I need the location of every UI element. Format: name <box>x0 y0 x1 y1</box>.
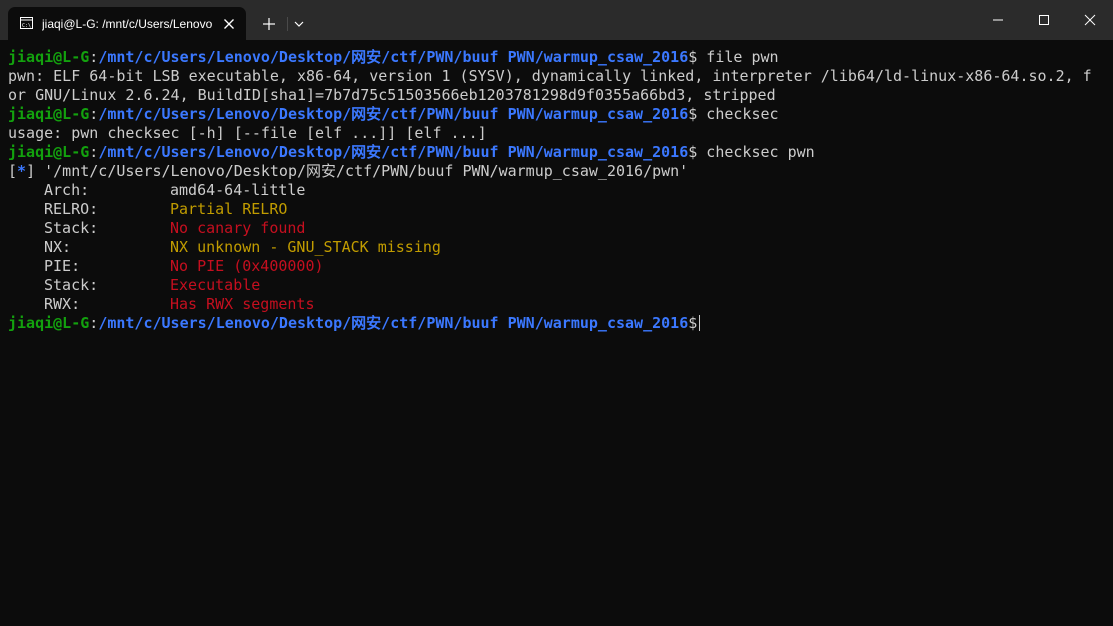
prompt-colon: : <box>89 143 99 161</box>
info-path: '/mnt/c/Users/Lenovo/Desktop/网安/ctf/PWN/… <box>35 162 689 180</box>
window-close-button[interactable] <box>1067 0 1113 40</box>
minimize-icon <box>993 19 1003 21</box>
tab-title: jiaqi@L-G: /mnt/c/Users/Lenovo <box>42 17 213 31</box>
checksec-value: Partial RELRO <box>170 200 288 218</box>
checksec-row: RWX: Has RWX segments <box>8 295 1108 314</box>
output-line: pwn: ELF 64-bit LSB executable, x86-64, … <box>8 67 1092 85</box>
terminal-icon: C:\ <box>20 17 33 29</box>
prompt-symbol: $ <box>688 143 698 161</box>
prompt-symbol: $ <box>688 48 698 66</box>
checksec-value: amd64-64-little <box>170 181 306 199</box>
text-cursor <box>699 315 701 331</box>
prompt-user: jiaqi@L-G <box>8 48 90 66</box>
title-bar: C:\ jiaqi@L-G: /mnt/c/Users/Lenovo <box>0 0 1113 40</box>
prompt-colon: : <box>89 48 99 66</box>
checksec-key: NX: <box>44 238 72 256</box>
terminal-window: C:\ jiaqi@L-G: /mnt/c/Users/Lenovo jiaqi… <box>0 0 1113 626</box>
prompt-user: jiaqi@L-G <box>8 105 90 123</box>
checksec-row: NX: NX unknown - GNU_STACK missing <box>8 238 1108 257</box>
minimize-button[interactable] <box>975 0 1021 40</box>
checksec-value: NX unknown - GNU_STACK missing <box>170 238 441 256</box>
prompt-user: jiaqi@L-G <box>8 143 90 161</box>
prompt-user: jiaqi@L-G <box>8 314 90 332</box>
output-line: or GNU/Linux 2.6.24, BuildID[sha1]=7b7d7… <box>8 86 776 104</box>
checksec-key: Stack: <box>44 219 99 237</box>
checksec-row: RELRO: Partial RELRO <box>8 200 1108 219</box>
tab-terminal[interactable]: C:\ jiaqi@L-G: /mnt/c/Users/Lenovo <box>8 7 246 40</box>
info-bracket-open: [ <box>8 162 18 180</box>
prompt-colon: : <box>89 314 99 332</box>
svg-text:C:\: C:\ <box>22 23 31 29</box>
prompt-path: /mnt/c/Users/Lenovo/Desktop/网安/ctf/PWN/b… <box>98 105 689 123</box>
close-icon <box>1084 14 1096 26</box>
checksec-key: RELRO: <box>44 200 99 218</box>
checksec-key: Stack: <box>44 276 99 294</box>
prompt-line: jiaqi@L-G:/mnt/c/Users/Lenovo/Desktop/网安… <box>8 48 1108 67</box>
info-line: [*] '/mnt/c/Users/Lenovo/Desktop/网安/ctf/… <box>8 162 1108 181</box>
new-tab-plus-icon[interactable] <box>258 13 280 35</box>
checksec-key: PIE: <box>44 257 81 275</box>
prompt-line: jiaqi@L-G:/mnt/c/Users/Lenovo/Desktop/网安… <box>8 143 1108 162</box>
prompt-path: /mnt/c/Users/Lenovo/Desktop/网安/ctf/PWN/b… <box>98 314 689 332</box>
prompt-line: jiaqi@L-G:/mnt/c/Users/Lenovo/Desktop/网安… <box>8 105 1108 124</box>
info-star: * <box>17 162 27 180</box>
chevron-down-icon[interactable] <box>290 13 308 35</box>
output-line: usage: pwn checksec [-h] [--file [elf ..… <box>8 124 487 142</box>
prompt-path: /mnt/c/Users/Lenovo/Desktop/网安/ctf/PWN/b… <box>98 48 689 66</box>
prompt-symbol: $ <box>688 314 698 332</box>
command-text: checksec pwn <box>697 143 815 161</box>
prompt-colon: : <box>89 105 99 123</box>
terminal-output[interactable]: jiaqi@L-G:/mnt/c/Users/Lenovo/Desktop/网安… <box>8 48 1108 618</box>
prompt-symbol: $ <box>688 105 698 123</box>
checksec-row: Stack: Executable <box>8 276 1108 295</box>
checksec-value: No PIE (0x400000) <box>170 257 324 275</box>
command-text: file pwn <box>697 48 779 66</box>
prompt-path: /mnt/c/Users/Lenovo/Desktop/网安/ctf/PWN/b… <box>98 143 689 161</box>
checksec-value: Executable <box>170 276 261 294</box>
checksec-value: No canary found <box>170 219 306 237</box>
close-icon[interactable] <box>221 16 237 32</box>
checksec-key: Arch: <box>44 181 90 199</box>
maximize-button[interactable] <box>1021 0 1067 40</box>
checksec-key: RWX: <box>44 295 81 313</box>
checksec-row: Arch: amd64-64-little <box>8 181 1108 200</box>
checksec-value: Has RWX segments <box>170 295 315 313</box>
maximize-icon <box>1039 15 1049 25</box>
info-bracket-close: ] <box>26 162 36 180</box>
tab-divider <box>287 17 288 31</box>
command-text: checksec <box>697 105 779 123</box>
checksec-row: Stack: No canary found <box>8 219 1108 238</box>
prompt-line-active[interactable]: jiaqi@L-G:/mnt/c/Users/Lenovo/Desktop/网安… <box>8 314 1108 333</box>
checksec-row: PIE: No PIE (0x400000) <box>8 257 1108 276</box>
